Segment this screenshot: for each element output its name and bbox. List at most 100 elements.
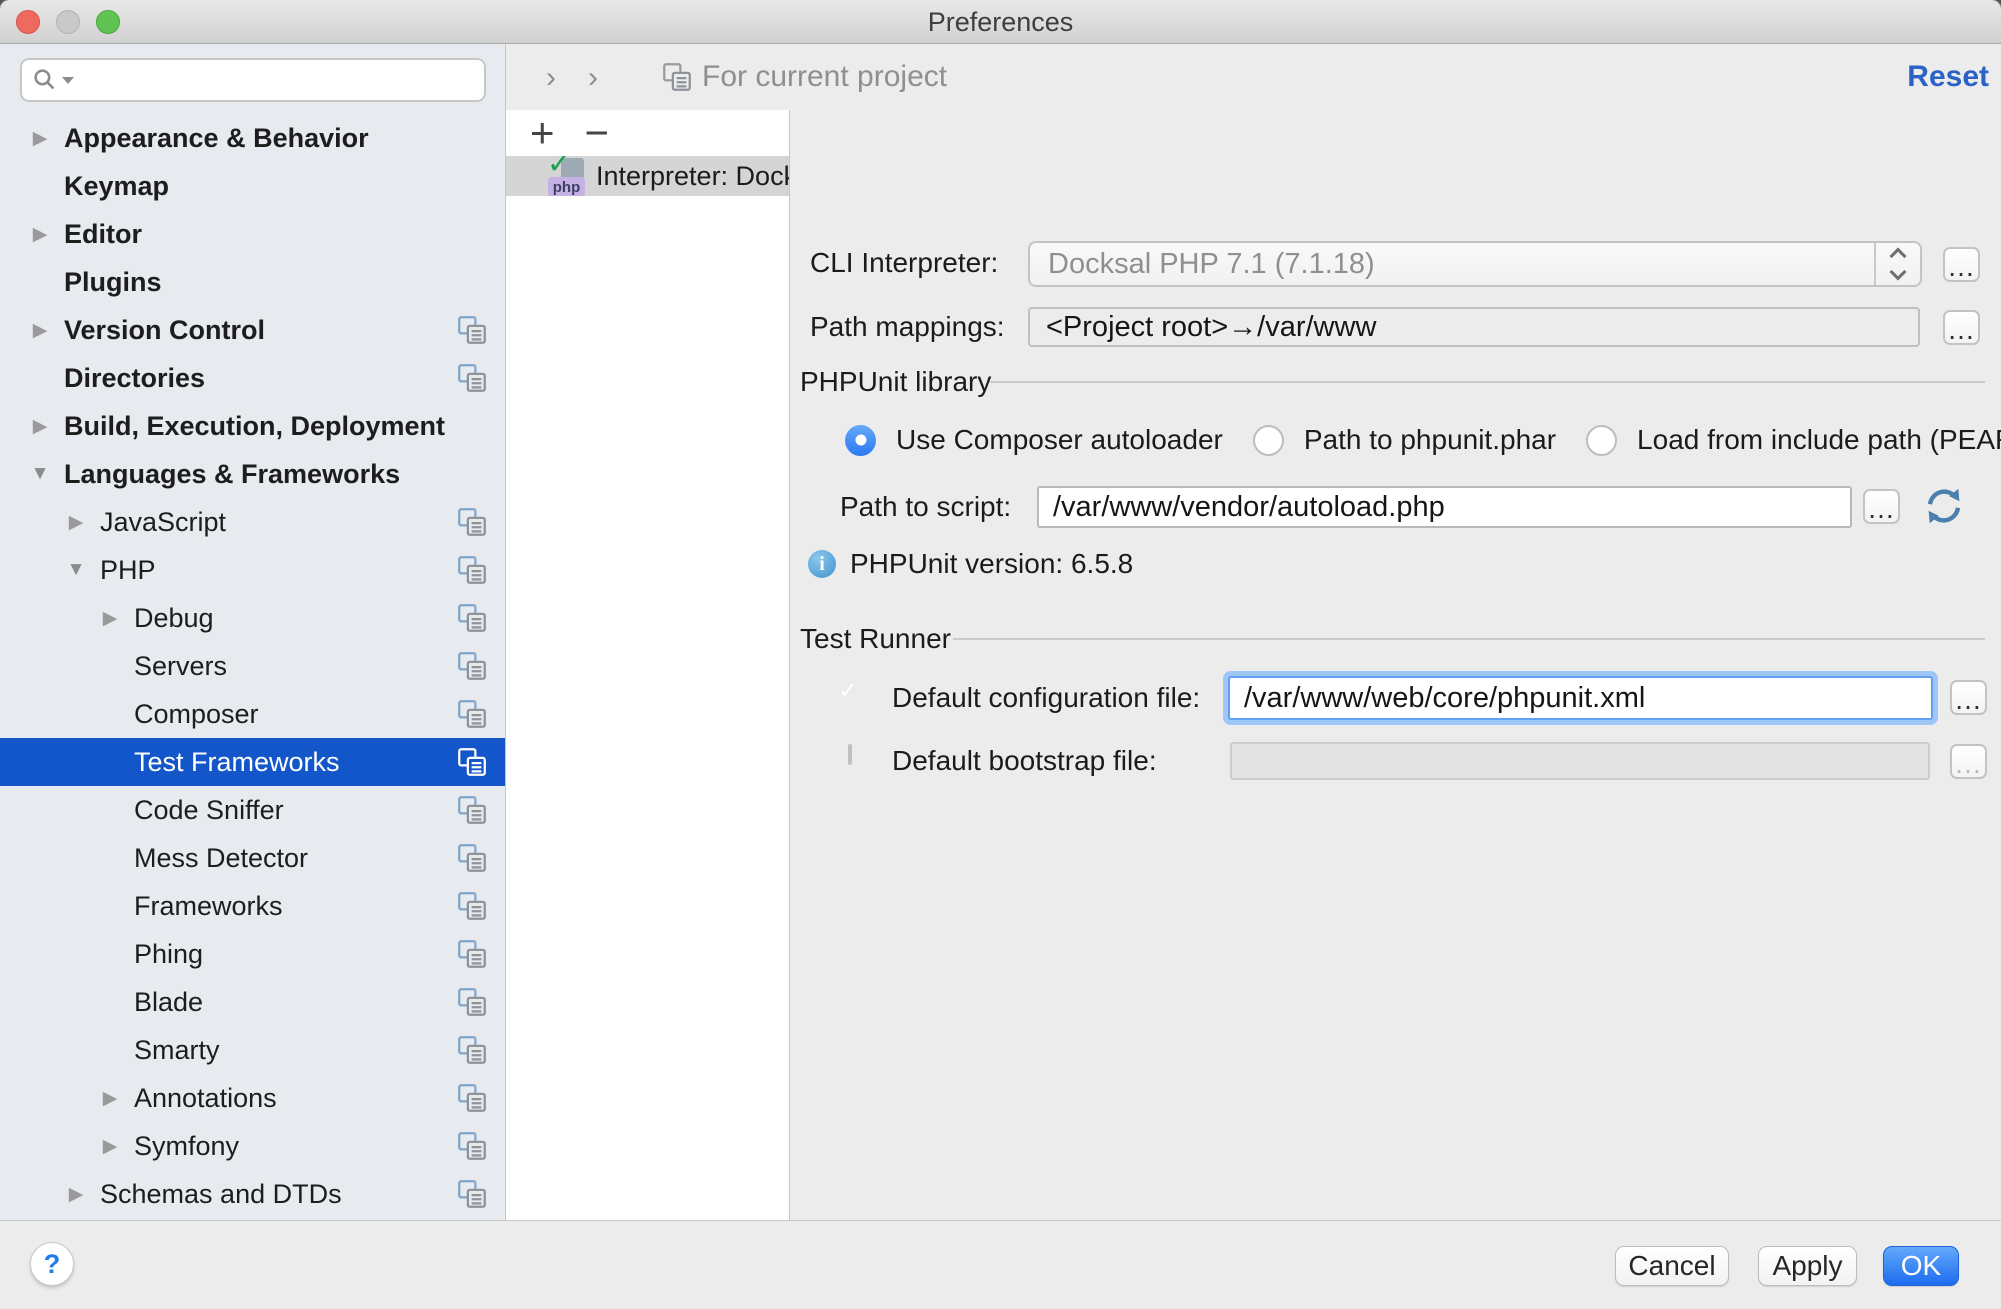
radio-label: Use Composer autoloader xyxy=(896,424,1223,456)
preferences-window: Preferences Appearance & Behavior xyxy=(0,0,2001,1309)
test-frameworks-form: CLI Interpreter: Docksal PHP 7.1 (7.1.18… xyxy=(790,110,2001,1220)
tree-arrow-icon[interactable] xyxy=(28,223,52,246)
stepper-up-icon[interactable] xyxy=(1890,248,1907,265)
interpreter-list-panel: + − php Interpreter: Dock xyxy=(506,110,790,1220)
apply-button[interactable]: Apply xyxy=(1758,1246,1857,1286)
tree-arrow-icon[interactable] xyxy=(64,511,88,534)
sidebar-item-label: Mess Detector xyxy=(134,843,308,874)
search-icon[interactable] xyxy=(32,67,58,93)
tree-arrow-icon[interactable] xyxy=(28,463,52,485)
sidebar-item[interactable]: Debug xyxy=(0,594,505,642)
sidebar-item[interactable]: Servers xyxy=(0,642,505,690)
reload-phpunit-icon[interactable] xyxy=(1922,484,1966,528)
search-input[interactable] xyxy=(78,62,484,98)
sidebar-item[interactable]: Editor xyxy=(0,210,505,258)
window-title: Preferences xyxy=(0,0,2001,44)
scope-label: For current project xyxy=(702,60,947,94)
path-to-script-label: Path to script: xyxy=(840,485,1011,529)
breadcrumb-segment[interactable] xyxy=(572,59,614,95)
per-project-icon xyxy=(457,1035,487,1065)
breadcrumb-segment[interactable] xyxy=(530,59,572,95)
path-mappings-browse-button[interactable]: … xyxy=(1943,310,1980,345)
cli-interpreter-label: CLI Interpreter: xyxy=(810,241,998,285)
help-button[interactable]: ? xyxy=(30,1242,74,1286)
per-project-icon xyxy=(457,843,487,873)
tree-arrow-icon[interactable] xyxy=(28,415,52,438)
radio-label: Load from include path (PEAR) xyxy=(1637,424,2001,456)
sidebar-item-label: Debug xyxy=(134,603,214,634)
sidebar-item[interactable]: Composer xyxy=(0,690,505,738)
sidebar-item[interactable]: JavaScript xyxy=(0,498,505,546)
sidebar-item[interactable]: Symfony xyxy=(0,1122,505,1170)
search-options-caret-icon[interactable] xyxy=(62,77,74,84)
cli-interpreter-value: Docksal PHP 7.1 (7.1.18) xyxy=(1048,248,1375,281)
sidebar-item[interactable]: Code Sniffer xyxy=(0,786,505,834)
per-project-icon xyxy=(457,555,487,585)
sidebar-item[interactable]: Test Frameworks xyxy=(0,738,505,786)
cancel-button[interactable]: Cancel xyxy=(1615,1246,1729,1286)
sidebar-item-label: Servers xyxy=(134,651,227,682)
per-project-icon xyxy=(457,1131,487,1161)
remove-interpreter-button[interactable]: − xyxy=(585,113,610,153)
sidebar-item[interactable]: Directories xyxy=(0,354,505,402)
sidebar-item[interactable]: Annotations xyxy=(0,1074,505,1122)
default-bootstrap-checkbox[interactable] xyxy=(848,744,852,765)
tree-arrow-icon[interactable] xyxy=(28,319,52,342)
zoom-window-icon[interactable] xyxy=(96,10,120,34)
sidebar-item[interactable]: Smarty xyxy=(0,1026,505,1074)
tree-arrow-icon[interactable] xyxy=(64,1183,88,1206)
sidebar-item[interactable]: Appearance & Behavior xyxy=(0,114,505,162)
sidebar-item[interactable]: Frameworks xyxy=(0,882,505,930)
scope-indicator: For current project xyxy=(662,60,947,94)
tree-arrow-icon[interactable] xyxy=(98,607,122,630)
path-mappings-field[interactable]: <Project root>→/var/www xyxy=(1028,307,1920,347)
radio-option[interactable]: Use Composer autoloader xyxy=(845,424,1223,456)
default-bootstrap-browse-button: … xyxy=(1950,744,1987,779)
sidebar-item[interactable]: Keymap xyxy=(0,162,505,210)
ok-button[interactable]: OK xyxy=(1883,1246,1959,1286)
tree-arrow-icon[interactable] xyxy=(98,1135,122,1158)
sidebar-item-label: Schemas and DTDs xyxy=(100,1179,342,1210)
default-config-browse-button[interactable]: … xyxy=(1950,680,1987,715)
stepper-down-icon[interactable] xyxy=(1890,264,1907,281)
cli-interpreter-combobox[interactable]: Docksal PHP 7.1 (7.1.18) xyxy=(1028,241,1922,287)
radio-icon[interactable] xyxy=(1253,425,1284,456)
sidebar-item-label: Smarty xyxy=(134,1035,220,1066)
cli-interpreter-browse-button[interactable]: … xyxy=(1943,247,1980,282)
interpreter-list-item[interactable]: php Interpreter: Dock xyxy=(506,156,789,196)
titlebar: Preferences xyxy=(0,0,2001,44)
phpunit-version-text: PHPUnit version: 6.5.8 xyxy=(850,542,1133,586)
sidebar-item[interactable]: Plugins xyxy=(0,258,505,306)
reset-link[interactable]: Reset xyxy=(1907,44,1989,110)
tree-arrow-icon[interactable] xyxy=(64,559,88,581)
sidebar-item[interactable]: Version Control xyxy=(0,306,505,354)
per-project-icon xyxy=(457,699,487,729)
radio-icon[interactable] xyxy=(845,425,876,456)
path-to-script-field[interactable]: /var/www/vendor/autoload.php xyxy=(1037,486,1852,528)
sidebar-item[interactable]: Phing xyxy=(0,930,505,978)
add-interpreter-button[interactable]: + xyxy=(530,113,555,153)
minimize-window-icon[interactable] xyxy=(56,10,80,34)
sidebar-item[interactable]: Mess Detector xyxy=(0,834,505,882)
per-project-icon xyxy=(457,1083,487,1113)
radio-option[interactable]: Load from include path (PEAR) xyxy=(1586,424,2001,456)
default-bootstrap-input xyxy=(1230,742,1930,780)
interpreter-item-label: Interpreter: Dock xyxy=(596,161,789,192)
tree-arrow-icon[interactable] xyxy=(28,127,52,150)
radio-option[interactable]: Path to phpunit.phar xyxy=(1253,424,1556,456)
tree-arrow-icon[interactable] xyxy=(98,1087,122,1110)
settings-tree: Appearance & Behavior Keymap Editor xyxy=(0,114,505,1218)
path-to-script-browse-button[interactable]: … xyxy=(1863,489,1900,524)
radio-icon[interactable] xyxy=(1586,425,1617,456)
combobox-stepper[interactable] xyxy=(1874,243,1920,285)
per-project-icon xyxy=(457,315,487,345)
close-window-icon[interactable] xyxy=(16,10,40,34)
default-config-input[interactable] xyxy=(1228,676,1933,720)
sidebar-item[interactable]: Build, Execution, Deployment xyxy=(0,402,505,450)
sidebar-item[interactable]: Languages & Frameworks xyxy=(0,450,505,498)
sidebar-item[interactable]: Blade xyxy=(0,978,505,1026)
sidebar-item[interactable]: Schemas and DTDs xyxy=(0,1170,505,1218)
per-project-icon xyxy=(457,987,487,1017)
settings-search-box[interactable] xyxy=(20,58,486,102)
sidebar-item[interactable]: PHP xyxy=(0,546,505,594)
